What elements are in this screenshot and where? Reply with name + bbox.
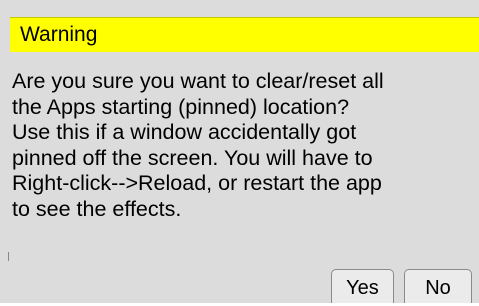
message-line: Are you sure you want to clear/reset all	[12, 69, 384, 93]
dialog-title-bar: Warning	[10, 17, 479, 52]
dialog-message: Are you sure you want to clear/reset all…	[12, 69, 474, 222]
no-button[interactable]: No	[404, 269, 472, 303]
message-line: the Apps starting (pinned) location?	[12, 94, 350, 119]
message-line: to see the effects.	[12, 196, 182, 221]
message-line: Use this if a window accidentally got	[12, 120, 357, 144]
divider	[8, 252, 9, 261]
warning-dialog: Warning Are you sure you want to clear/r…	[0, 0, 479, 303]
dialog-title: Warning	[20, 23, 98, 46]
message-line: pinned off the screen. You will have to	[12, 145, 373, 170]
message-line: Right-click-->Reload, or restart the app	[12, 171, 382, 195]
yes-button[interactable]: Yes	[331, 269, 394, 303]
